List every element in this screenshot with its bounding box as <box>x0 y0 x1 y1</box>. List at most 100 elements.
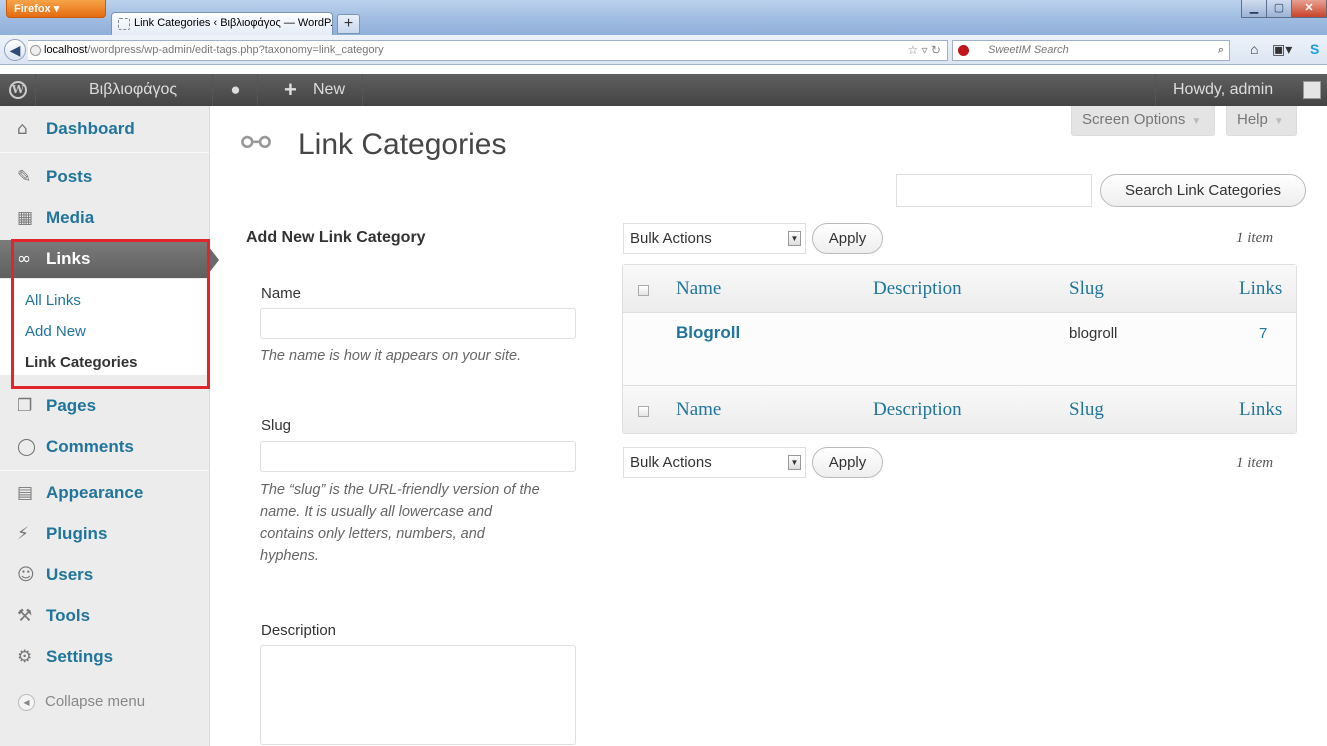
item-count-bottom: 1 item <box>1236 455 1274 471</box>
sidebar-item-label: Links <box>46 249 91 268</box>
bulk-actions-select-bottom[interactable]: Bulk Actions ▼ <box>623 447 806 478</box>
name-help: The name is how it appears on your site. <box>260 348 522 364</box>
addon-bar-icon[interactable]: ▣▾ <box>1272 41 1292 58</box>
admin-sidebar: ⌂ Dashboard ✎ Posts ▦ Media ∞ Links All … <box>0 106 219 746</box>
bookmark-star-icon[interactable]: ☆ ▿ ↻ <box>907 41 941 60</box>
comments-bubble-icon[interactable]: ● <box>214 74 258 106</box>
column-footer-slug[interactable]: Slug <box>1069 386 1104 434</box>
column-footer-links[interactable]: Links <box>1239 386 1282 434</box>
sidebar-item-plugins[interactable]: ⚡ Plugins <box>0 515 209 553</box>
search-engine-icon[interactable] <box>958 45 969 56</box>
tab-favicon-icon <box>118 18 130 30</box>
url-bar[interactable]: localhost/wordpress/wp-admin/edit-tags.p… <box>28 40 948 61</box>
new-content-menu[interactable]: + New <box>259 74 363 106</box>
search-input[interactable] <box>896 174 1092 207</box>
sidebar-item-label: Appearance <box>46 483 144 502</box>
table-footer: Name Description Slug Links <box>623 385 1296 433</box>
chevron-down-icon: ▼ <box>788 231 801 246</box>
plugins-icon: ⚡ <box>17 524 29 544</box>
plus-icon: + <box>284 77 297 102</box>
chevron-down-icon: ▼ <box>788 455 801 470</box>
column-footer-name[interactable]: Name <box>676 386 721 434</box>
links-icon: ∞ <box>17 249 32 269</box>
back-button[interactable]: ◀ <box>4 39 26 61</box>
account-menu[interactable]: Howdy, admin <box>1155 74 1327 106</box>
bulk-actions-select[interactable]: Bulk Actions ▼ <box>623 223 806 254</box>
wordpress-logo-icon[interactable]: W <box>0 74 36 106</box>
help-button[interactable]: Help ▼ <box>1226 106 1297 136</box>
select-all-checkbox[interactable] <box>638 406 649 417</box>
sidebar-item-label: Dashboard <box>46 119 135 138</box>
dashboard-icon: ⌂ <box>17 119 28 139</box>
submenu-add-new[interactable]: Add New <box>25 323 86 340</box>
slug-field[interactable] <box>260 441 576 472</box>
search-engine-placeholder: SweetIM Search <box>988 44 1069 56</box>
skype-icon[interactable]: S <box>1310 41 1319 57</box>
new-label: New <box>313 81 346 98</box>
bulk-actions-value: Bulk Actions <box>630 230 712 247</box>
sidebar-item-appearance[interactable]: ▤ Appearance <box>0 474 209 512</box>
column-header-name[interactable]: Name <box>676 265 721 313</box>
home-icon[interactable]: ⌂ <box>1250 41 1258 57</box>
search-link-categories-button[interactable]: Search Link Categories <box>1100 174 1306 207</box>
sidebar-item-label: Posts <box>46 167 93 186</box>
apply-button-bottom[interactable]: Apply <box>812 447 883 478</box>
maximize-window-button[interactable]: ▢ <box>1266 0 1292 18</box>
firefox-menu-button[interactable]: Firefox ▾ <box>6 0 106 18</box>
collapse-arrow-icon: ◀ <box>18 694 35 711</box>
tools-icon: ⚒ <box>17 606 33 626</box>
bulk-actions-value: Bulk Actions <box>630 454 712 471</box>
sidebar-item-label: Media <box>46 208 95 227</box>
sidebar-item-comments[interactable]: ◯ Comments <box>0 428 209 466</box>
sidebar-item-tools[interactable]: ⚒ Tools <box>0 597 209 635</box>
row-links-count[interactable]: 7 <box>1259 325 1267 342</box>
column-header-links[interactable]: Links <box>1239 265 1282 313</box>
site-name-link[interactable]: Βιβλιοφάγος <box>37 74 213 106</box>
table-row: Blogroll blogroll 7 <box>623 313 1296 385</box>
screen-options-button[interactable]: Screen Options ▼ <box>1071 106 1215 136</box>
current-menu-arrow <box>209 247 219 273</box>
search-icon[interactable]: ⌕ <box>1218 41 1224 60</box>
select-all-checkbox[interactable] <box>638 285 649 296</box>
slug-help-line: contains only letters, numbers, and <box>260 526 485 542</box>
menu-separator <box>0 152 209 153</box>
name-label: Name <box>261 285 302 302</box>
collapse-menu-button[interactable]: ◀ Collapse menu <box>18 693 145 711</box>
sidebar-item-dashboard[interactable]: ⌂ Dashboard <box>0 110 209 148</box>
sidebar-item-label: Plugins <box>46 524 108 543</box>
column-header-description[interactable]: Description <box>873 265 962 313</box>
column-header-slug[interactable]: Slug <box>1069 265 1104 313</box>
submenu-all-links[interactable]: All Links <box>25 292 81 309</box>
sidebar-item-media[interactable]: ▦ Media <box>0 199 209 237</box>
site-identity-icon[interactable] <box>30 45 41 56</box>
submenu-link-categories[interactable]: Link Categories <box>25 354 138 371</box>
apply-button[interactable]: Apply <box>812 223 883 254</box>
appearance-icon: ▤ <box>17 483 34 503</box>
new-tab-button[interactable]: + <box>337 14 360 34</box>
sidebar-item-links[interactable]: ∞ Links <box>0 240 209 278</box>
add-new-heading: Add New Link Category <box>246 229 426 246</box>
browser-search-field[interactable]: SweetIM Search ⌕ <box>952 40 1230 61</box>
row-name-link[interactable]: Blogroll <box>676 323 740 343</box>
sidebar-item-pages[interactable]: ❐ Pages <box>0 387 209 425</box>
sidebar-item-users[interactable]: ☺ Users <box>0 556 209 594</box>
slug-help-line: hyphens. <box>260 548 319 564</box>
minimize-window-button[interactable]: ▁ <box>1241 0 1267 18</box>
tab-title: Link Categories ‹ Βιβλιοφάγος — WordP... <box>134 17 333 29</box>
browser-titlebar: Firefox ▾ Link Categories ‹ Βιβλιοφάγος … <box>0 0 1327 35</box>
table-header: Name Description Slug Links <box>623 265 1296 313</box>
howdy-label: Howdy, admin <box>1173 81 1274 98</box>
sidebar-item-label: Tools <box>46 606 91 625</box>
collapse-menu-label: Collapse menu <box>45 693 146 710</box>
avatar <box>1303 81 1321 99</box>
sidebar-item-posts[interactable]: ✎ Posts <box>0 158 209 196</box>
column-footer-description[interactable]: Description <box>873 386 962 434</box>
description-field[interactable] <box>260 645 576 745</box>
name-field[interactable] <box>260 308 576 339</box>
sidebar-item-settings[interactable]: ⚙ Settings <box>0 638 209 676</box>
pages-icon: ❐ <box>17 396 33 416</box>
url-path: /wordpress/wp-admin/edit-tags.php?taxono… <box>87 44 384 56</box>
close-window-button[interactable]: ✕ <box>1291 0 1327 18</box>
browser-tab[interactable]: Link Categories ‹ Βιβλιοφάγος — WordP... <box>111 12 333 35</box>
users-icon: ☺ <box>17 565 35 585</box>
